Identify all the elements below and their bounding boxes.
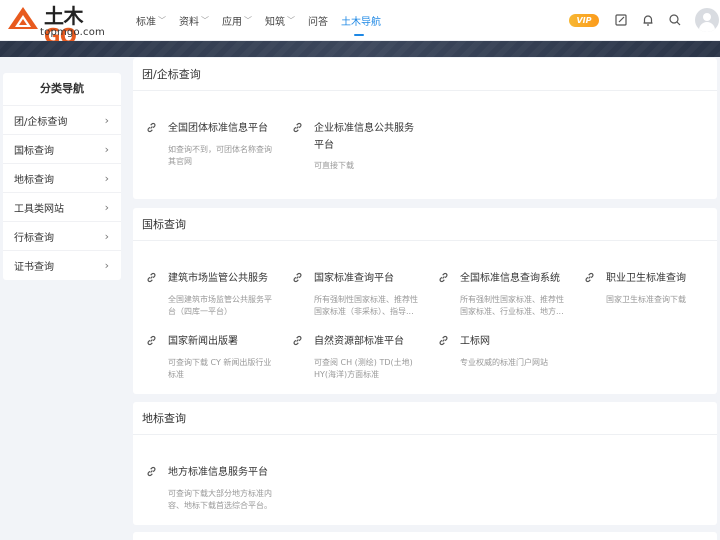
nav-label: 应用: [222, 17, 242, 28]
site-description: 所有强制性国家标准、推荐性国家标准（非采标）、指导...: [314, 295, 418, 316]
nav-item-standards[interactable]: 标准 ﹀: [136, 0, 166, 41]
sidebar-item-label: 地标查询: [14, 174, 54, 186]
nav-item-zhizhu[interactable]: 知筑 ﹀: [265, 0, 295, 41]
chevron-down-icon: ﹀: [158, 16, 166, 25]
site-name: 国家标准查询平台: [314, 273, 394, 284]
sidebar-item-tools[interactable]: 工具类网站 ›: [3, 192, 121, 221]
link-icon: [439, 272, 448, 283]
sidebar-item-certificate[interactable]: 证书查询 ›: [3, 250, 121, 279]
chevron-right-icon: ›: [104, 142, 109, 156]
nav-label: 土木导航: [341, 17, 381, 28]
site-description: 国家卫生标准查询下载: [606, 295, 686, 304]
logo-mark-icon: [8, 7, 38, 29]
sidebar-item-label: 国标查询: [14, 145, 54, 157]
next-section-edge: [133, 532, 717, 540]
search-icon[interactable]: [668, 13, 682, 27]
main-nav: 标准 ﹀ 资料 ﹀ 应用 ﹀ 知筑 ﹀ 问答 土木导航: [136, 0, 394, 41]
section-title: 团/企标查询: [133, 58, 717, 91]
sidebar-item-label: 团/企标查询: [14, 116, 68, 128]
avatar-head: [703, 13, 711, 21]
nav-item-qa[interactable]: 问答: [308, 0, 328, 41]
sidebar-item-local[interactable]: 地标查询 ›: [3, 163, 121, 192]
site-description: 可查询下载 CY 新闻出版行业标准: [168, 358, 272, 379]
section-national: 国标查询 建筑市场监管公共服务 全国建筑市场监管公共服务平台（四库一平台） 国家…: [133, 208, 717, 394]
chevron-right-icon: ›: [104, 171, 109, 185]
chevron-right-icon: ›: [104, 200, 109, 214]
bell-icon[interactable]: [641, 13, 655, 27]
link-icon: [147, 466, 156, 477]
site-name: 国家新闻出版署: [168, 336, 238, 347]
logo-text: 土木GO: [44, 4, 84, 48]
chevron-down-icon: ﹀: [244, 16, 252, 25]
nav-label: 知筑: [265, 17, 285, 28]
section-title: 地标查询: [133, 402, 717, 435]
vip-badge[interactable]: VIP: [569, 14, 599, 27]
chevron-down-icon: ﹀: [287, 16, 295, 25]
link-icon: [585, 272, 594, 283]
site-name: 全国标准信息查询系统: [460, 273, 560, 284]
link-icon: [147, 335, 156, 346]
section-group-enterprise: 团/企标查询 全国团体标准信息平台 如查询不到，可团体名称查询其官网 企业标准信…: [133, 58, 717, 199]
link-icon: [439, 335, 448, 346]
section-title: 国标查询: [133, 208, 717, 241]
avatar[interactable]: [695, 8, 719, 32]
site-name: 自然资源部标准平台: [314, 336, 404, 347]
link-icon: [147, 272, 156, 283]
site-description: 可直接下载: [314, 161, 354, 170]
site-name: 工标网: [460, 336, 490, 347]
link-icon: [293, 335, 302, 346]
site-name: 全国团体标准信息平台: [168, 123, 268, 134]
site-name: 企业标准信息公共服务平台: [314, 123, 414, 151]
sidebar-item-industry[interactable]: 行标查询 ›: [3, 221, 121, 250]
sidebar-item-label: 证书查询: [14, 261, 54, 273]
chevron-right-icon: ›: [104, 258, 109, 272]
top-header: 土木GO topmgo.com 标准 ﹀ 资料 ﹀ 应用 ﹀ 知筑 ﹀ 问答 土木导航 …: [0, 0, 720, 46]
sidebar-item-national[interactable]: 国标查询 ›: [3, 134, 121, 163]
nav-item-apps[interactable]: 应用 ﹀: [222, 0, 252, 41]
site-description: 如查询不到，可团体名称查询其官网: [168, 145, 272, 166]
site-name: 建筑市场监管公共服务: [168, 273, 268, 284]
avatar-body: [699, 22, 715, 32]
site-name: 地方标准信息服务平台: [168, 467, 268, 478]
sidebar-item-label: 工具类网站: [14, 203, 64, 215]
site-name: 职业卫生标准查询: [606, 273, 686, 284]
site-description: 专业权威的标准门户网站: [460, 358, 548, 367]
chevron-down-icon: ﹀: [201, 16, 209, 25]
link-icon: [293, 272, 302, 283]
link-icon: [147, 122, 156, 133]
sidebar-title: 分类导航: [40, 82, 84, 95]
logo-url: topmgo.com: [40, 27, 105, 38]
nav-label: 问答: [308, 17, 328, 28]
site-description: 所有强制性国家标准、推荐性国家标准、行业标准、地方...: [460, 295, 564, 316]
site-description: 可查询下载大部分地方标准内容、地标下载首选综合平台。: [168, 489, 272, 510]
nav-item-materials[interactable]: 资料 ﹀: [179, 0, 209, 41]
site-description: 可查阅 CH (测绘) TD(土地) HY(海洋)方面标准: [314, 358, 413, 379]
sidebar-item-label: 行标查询: [14, 232, 54, 244]
edit-icon[interactable]: [614, 13, 628, 27]
section-local: 地标查询 地方标准信息服务平台 可查询下载大部分地方标准内容、地标下载首选综合平…: [133, 402, 717, 525]
nav-label: 标准: [136, 17, 156, 28]
sidebar-item-group-enterprise[interactable]: 团/企标查询 ›: [3, 105, 121, 134]
site-logo[interactable]: 土木GO topmgo.com: [6, 5, 111, 46]
chevron-right-icon: ›: [104, 229, 109, 243]
nav-label: 资料: [179, 17, 199, 28]
chevron-right-icon: ›: [104, 113, 109, 127]
nav-item-navigation[interactable]: 土木导航: [341, 0, 381, 41]
header-banner: [0, 41, 720, 57]
site-description: 全国建筑市场监管公共服务平台（四库一平台）: [168, 295, 272, 316]
link-icon: [293, 122, 302, 133]
category-sidebar: 分类导航 团/企标查询 › 国标查询 › 地标查询 › 工具类网站 › 行标查询 › 证书…: [3, 73, 121, 280]
